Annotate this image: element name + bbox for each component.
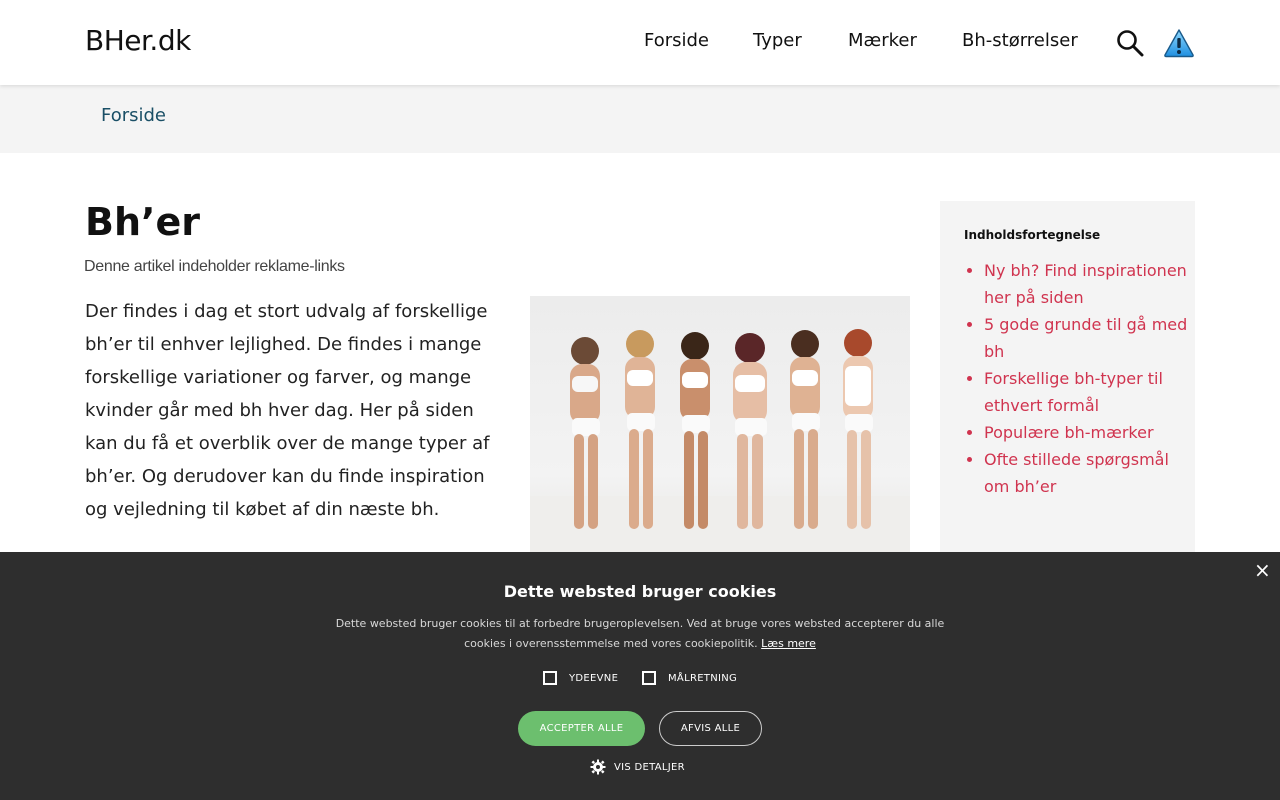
toc-link-bh-maerker[interactable]: Populære bh-mærker	[984, 423, 1154, 442]
close-icon[interactable]: ×	[1254, 558, 1271, 582]
hero-image	[530, 296, 910, 552]
toc-title: Indholdsfortegnelse	[964, 228, 1101, 242]
intro-paragraph: Der findes i dag et stort udvalg af fors…	[85, 301, 490, 520]
table-of-contents: Indholdsfortegnelse Ny bh? Find inspirat…	[940, 201, 1195, 561]
toc-item: Populære bh-mærker	[984, 419, 1194, 446]
gear-icon	[590, 759, 606, 775]
toc-link-inspiration[interactable]: Ny bh? Find inspirationen her på siden	[984, 261, 1187, 307]
reject-all-button[interactable]: AFVIS ALLE	[659, 711, 762, 746]
cookie-read-more-link[interactable]: Læs mere	[761, 637, 816, 650]
toc-item: Ofte stillede spørgsmål om bh’er	[984, 446, 1194, 500]
toc-link-bh-typer[interactable]: Forskellige bh-typer til ethvert formål	[984, 369, 1163, 415]
site-header: BHer.dk Forside Typer Mærker Bh-størrels…	[0, 0, 1280, 85]
toc-item: 5 gode grunde til gå med bh	[984, 311, 1194, 365]
nav-maerker[interactable]: Mærker	[848, 30, 917, 51]
cookie-option-ydeevne[interactable]: YDEEVNE	[543, 670, 618, 686]
nav-forside[interactable]: Forside	[644, 30, 709, 51]
cookie-banner: × Dette websted bruger cookies Dette web…	[0, 552, 1280, 800]
toc-link-faq[interactable]: Ofte stillede spørgsmål om bh’er	[984, 450, 1169, 496]
show-details-label: VIS DETALJER	[614, 761, 685, 773]
toc-item: Forskellige bh-typer til ethvert formål	[984, 365, 1194, 419]
checkbox-label: YDEEVNE	[569, 672, 619, 684]
checkbox-maalretning[interactable]	[642, 671, 656, 685]
breadcrumb: Forside	[0, 85, 1280, 153]
cookie-option-maalretning[interactable]: MÅLRETNING	[642, 670, 737, 686]
toc-link-5-grunde[interactable]: 5 gode grunde til gå med bh	[984, 315, 1187, 361]
accept-all-button[interactable]: ACCEPTER ALLE	[518, 711, 645, 746]
search-icon[interactable]	[1116, 29, 1144, 57]
women-in-lingerie-photo	[530, 329, 910, 552]
nav-bh-stoerrelser[interactable]: Bh-størrelser	[962, 30, 1078, 51]
nav-typer[interactable]: Typer	[753, 30, 802, 51]
show-details-button[interactable]: VIS DETALJER	[590, 759, 685, 775]
toc-list: Ny bh? Find inspirationen her på siden 5…	[964, 257, 1194, 500]
main-nav: Forside Typer Mærker Bh-størrelser	[0, 30, 1280, 56]
breadcrumb-forside[interactable]: Forside	[101, 105, 166, 126]
checkbox-label: MÅLRETNING	[668, 672, 738, 684]
toc-item: Ny bh? Find inspirationen her på siden	[984, 257, 1194, 311]
warning-icon[interactable]	[1163, 28, 1195, 58]
cookie-title: Dette websted bruger cookies	[503, 582, 777, 601]
cookie-text: Dette websted bruger cookies til at forb…	[335, 614, 945, 654]
checkbox-ydeevne[interactable]	[543, 671, 557, 685]
ad-disclaimer: Denne artikel indeholder reklame-links	[84, 258, 345, 275]
cookie-description: Dette websted bruger cookies til at forb…	[335, 617, 945, 650]
page-title: Bh’er	[85, 200, 200, 244]
